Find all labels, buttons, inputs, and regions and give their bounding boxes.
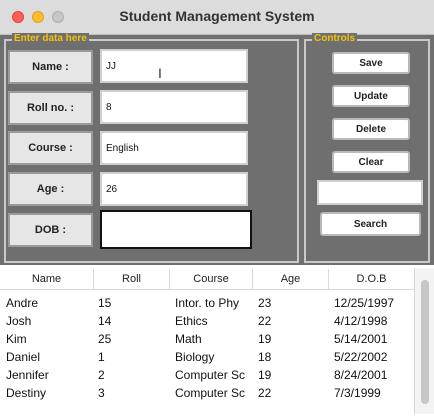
vertical-scrollbar[interactable] (414, 268, 434, 414)
name-input[interactable]: JJ (100, 49, 248, 83)
cell-course: Ethics (175, 314, 208, 328)
roll-input[interactable]: 8 (100, 90, 248, 124)
cell-roll: 1 (98, 350, 105, 364)
cell-age: 19 (258, 332, 272, 346)
update-button[interactable]: Update (332, 85, 410, 107)
cell-age: 23 (258, 296, 272, 310)
cell-name: Daniel (6, 350, 41, 364)
column-header-roll[interactable]: Roll (94, 269, 170, 289)
text-cursor-icon: I (158, 65, 162, 81)
cell-course: Computer Sc (175, 386, 246, 400)
cell-age: 22 (258, 386, 272, 400)
title-bar: Student Management System (0, 0, 434, 35)
save-button[interactable]: Save (332, 52, 410, 74)
cell-course: Computer Sc (175, 368, 246, 382)
course-input[interactable]: English (100, 131, 248, 165)
cell-dob: 7/3/1999 (334, 386, 381, 400)
cell-roll: 25 (98, 332, 112, 346)
course-label: Course : (8, 131, 93, 165)
cell-name: Andre (6, 296, 39, 310)
controls-frame-label: Controls (312, 33, 358, 44)
cell-course: Intor. to Phy (175, 296, 240, 310)
cell-name: Destiny (6, 386, 47, 400)
cell-roll: 2 (98, 368, 105, 382)
clear-button[interactable]: Clear (332, 151, 410, 173)
cell-name: Josh (6, 314, 32, 328)
dob-input[interactable] (100, 210, 252, 249)
table-row[interactable]: Destiny 3 Computer Sc 22 7/3/1999 (0, 386, 414, 404)
student-table: Name Roll Course Age D.O.B Andre 15 Into… (0, 265, 434, 419)
column-header-dob[interactable]: D.O.B (329, 269, 414, 289)
table-row[interactable]: Daniel 1 Biology 18 5/22/2002 (0, 350, 414, 368)
cell-dob: 5/14/2001 (334, 332, 388, 346)
table-row[interactable]: Kim 25 Math 19 5/14/2001 (0, 332, 414, 350)
cell-dob: 4/12/1998 (334, 314, 388, 328)
roll-label: Roll no. : (8, 91, 93, 125)
cell-dob: 8/24/2001 (334, 368, 388, 382)
cell-dob: 12/25/1997 (334, 296, 395, 310)
cell-roll: 3 (98, 386, 105, 400)
search-button[interactable]: Search (320, 212, 421, 236)
cell-course: Biology (175, 350, 215, 364)
search-input[interactable] (317, 180, 423, 205)
table-row[interactable]: Andre 15 Intor. to Phy 23 12/25/1997 (0, 296, 414, 314)
name-label: Name : (8, 50, 93, 84)
column-header-age[interactable]: Age (253, 269, 329, 289)
cell-age: 18 (258, 350, 272, 364)
table-row[interactable]: Jennifer 2 Computer Sc 19 8/24/2001 (0, 368, 414, 386)
cell-roll: 15 (98, 296, 112, 310)
cell-name: Kim (6, 332, 27, 346)
age-label: Age : (8, 172, 93, 206)
age-input[interactable]: 26 (100, 172, 248, 206)
cell-age: 19 (258, 368, 272, 382)
cell-name: Jennifer (6, 368, 49, 382)
dob-label: DOB : (8, 213, 93, 247)
cell-roll: 14 (98, 314, 112, 328)
cell-course: Math (175, 332, 202, 346)
window-title: Student Management System (119, 8, 315, 24)
cell-age: 22 (258, 314, 272, 328)
table-header: Name Roll Course Age D.O.B (0, 269, 414, 290)
scrollbar-thumb[interactable] (421, 280, 429, 404)
column-header-course[interactable]: Course (170, 269, 253, 289)
table-row[interactable]: Josh 14 Ethics 22 4/12/1998 (0, 314, 414, 332)
entry-frame-label: Enter data here (12, 33, 89, 44)
column-header-name[interactable]: Name (0, 269, 94, 289)
delete-button[interactable]: Delete (332, 118, 410, 140)
cell-dob: 5/22/2002 (334, 350, 388, 364)
